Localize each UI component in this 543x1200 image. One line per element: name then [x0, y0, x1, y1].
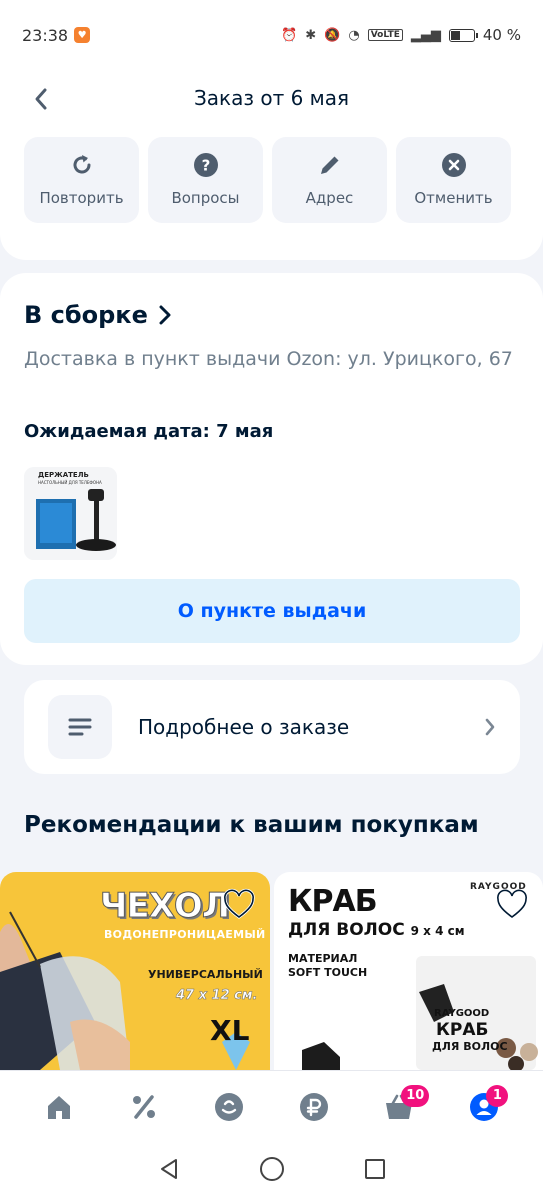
signal-icon: ▂▄▆ [410, 27, 441, 43]
questions-button[interactable]: ? Вопросы [148, 137, 263, 223]
order-status-link[interactable]: В сборке [24, 301, 172, 329]
cancel-icon [440, 151, 468, 179]
repeat-button[interactable]: Повторить [24, 137, 139, 223]
address-button[interactable]: Адрес [272, 137, 387, 223]
svg-text:?: ? [201, 157, 210, 175]
delivery-address: Доставка в пункт выдачи Ozon: ул. Урицко… [24, 348, 513, 370]
questions-label: Вопросы [171, 189, 240, 207]
nav-discounts[interactable] [120, 1083, 168, 1131]
catalog-icon [214, 1092, 243, 1121]
product-subtitle: ВОДОНЕПРОНИЦАЕМЫЙ [104, 928, 266, 941]
profile-badge: 1 [486, 1084, 509, 1107]
square-recents-icon [364, 1159, 385, 1179]
address-label: Адрес [305, 189, 354, 207]
nav-bank[interactable] [290, 1083, 338, 1131]
cart-badge: 10 [401, 1084, 430, 1107]
thumb-caption-sub: НАСТОЛЬНЫЙ ДЛЯ ТЕЛЕФОНА [38, 480, 102, 485]
back-button[interactable] [24, 82, 58, 116]
product-box-title: КРАБ [436, 1020, 489, 1040]
favorite-button[interactable] [495, 888, 529, 922]
nav-fresh[interactable] [205, 1083, 253, 1131]
chevron-right-icon [159, 305, 171, 325]
question-icon: ? [192, 151, 220, 179]
system-nav [0, 1142, 543, 1200]
thumb-caption: ДЕРЖАТЕЛЬ [38, 471, 89, 479]
app-notification-icon: ♥ [74, 27, 91, 43]
status-icons: ⏰ ✱ 🔕 ◔ VoLTE ▂▄▆ 40 % [281, 26, 521, 44]
product-card[interactable]: КРАБ ДЛЯ ВОЛОС 9 x 4 см МАТЕРИАЛ SOFT TO… [274, 872, 543, 1070]
mute-icon: 🔕 [324, 27, 341, 43]
cancel-button[interactable]: Отменить [396, 137, 511, 223]
order-status-card: В сборке Доставка в пункт выдачи Ozon: у… [0, 273, 543, 665]
triangle-back-icon [160, 1159, 177, 1179]
product-thumbnail[interactable]: ДЕРЖАТЕЛЬ НАСТОЛЬНЫЙ ДЛЯ ТЕЛЕФОНА [24, 467, 117, 560]
battery-percent: 40 % [482, 26, 521, 44]
order-details-label: Подробнее о заказе [138, 715, 350, 739]
product-title: ЧЕХОЛ [99, 886, 230, 927]
nav-cart[interactable]: 10 [375, 1083, 430, 1131]
product-box-brand: RAYGOOD [434, 1008, 490, 1019]
pencil-icon [316, 151, 344, 179]
status-time: 23:38 [22, 25, 69, 45]
ruble-icon [300, 1092, 329, 1121]
product-box-subtitle: ДЛЯ ВОЛОС [432, 1040, 508, 1053]
recommendations-title: Рекомендации к вашим покупкам [24, 812, 479, 838]
system-recents-button[interactable] [363, 1157, 387, 1185]
refresh-icon [68, 151, 96, 179]
nav-profile[interactable]: 1 [460, 1083, 509, 1131]
wifi-icon: ◔ [348, 27, 360, 43]
phone-holder-image: ДЕРЖАТЕЛЬ НАСТОЛЬНЫЙ ДЛЯ ТЕЛЕФОНА [24, 467, 117, 560]
order-actions: Повторить ? Вопросы Адрес Отменить [24, 137, 511, 223]
bottom-nav: 10 1 [0, 1070, 543, 1142]
product-size: 47 х 12 см. [176, 988, 258, 1004]
heart-icon [496, 888, 528, 919]
bluetooth-icon: ✱ [305, 27, 317, 43]
list-icon [48, 695, 112, 759]
product-card[interactable]: ЧЕХОЛ ВОДОНЕПРОНИЦАЕМЫЙ УНИВЕРСАЛЬНЫЙ 47… [0, 872, 270, 1070]
alarm-icon: ⏰ [281, 27, 298, 43]
system-home-button[interactable] [259, 1156, 285, 1186]
order-status-label: В сборке [24, 301, 148, 329]
page-title: Заказ от 6 мая [193, 86, 350, 110]
chevron-left-icon [35, 88, 47, 110]
system-back-button[interactable] [157, 1157, 181, 1185]
status-bar: 23:38 ♥ ⏰ ✱ 🔕 ◔ VoLTE ▂▄▆ 40 % [0, 0, 543, 70]
circle-home-icon [259, 1157, 284, 1181]
order-header-card: Заказ от 6 мая Повторить ? Вопросы Адрес… [0, 70, 543, 260]
nav-home[interactable] [35, 1083, 83, 1131]
percent-icon [132, 1094, 155, 1119]
recommendations-carousel: ЧЕХОЛ ВОДОНЕПРОНИЦАЕМЫЙ УНИВЕРСАЛЬНЫЙ 47… [0, 872, 543, 1070]
heart-icon [223, 888, 255, 919]
chevron-right-icon [484, 718, 496, 736]
product-badge: XL [210, 1014, 250, 1047]
home-icon [47, 1095, 70, 1119]
cancel-label: Отменить [414, 189, 493, 207]
order-details-row[interactable]: Подробнее о заказе [24, 680, 520, 774]
favorite-button[interactable] [222, 888, 256, 922]
battery-fill [450, 30, 461, 40]
expected-date: Ожидаемая дата: 7 мая [24, 421, 274, 442]
battery-icon [448, 28, 478, 42]
volte-icon: VoLTE [367, 29, 403, 41]
header: Заказ от 6 мая [0, 70, 543, 126]
product-feature: УНИВЕРСАЛЬНЫЙ [148, 968, 263, 981]
pickup-point-button[interactable]: О пункте выдачи [24, 579, 520, 643]
repeat-label: Повторить [39, 189, 124, 207]
status-time-group: 23:38 ♥ [22, 25, 91, 45]
